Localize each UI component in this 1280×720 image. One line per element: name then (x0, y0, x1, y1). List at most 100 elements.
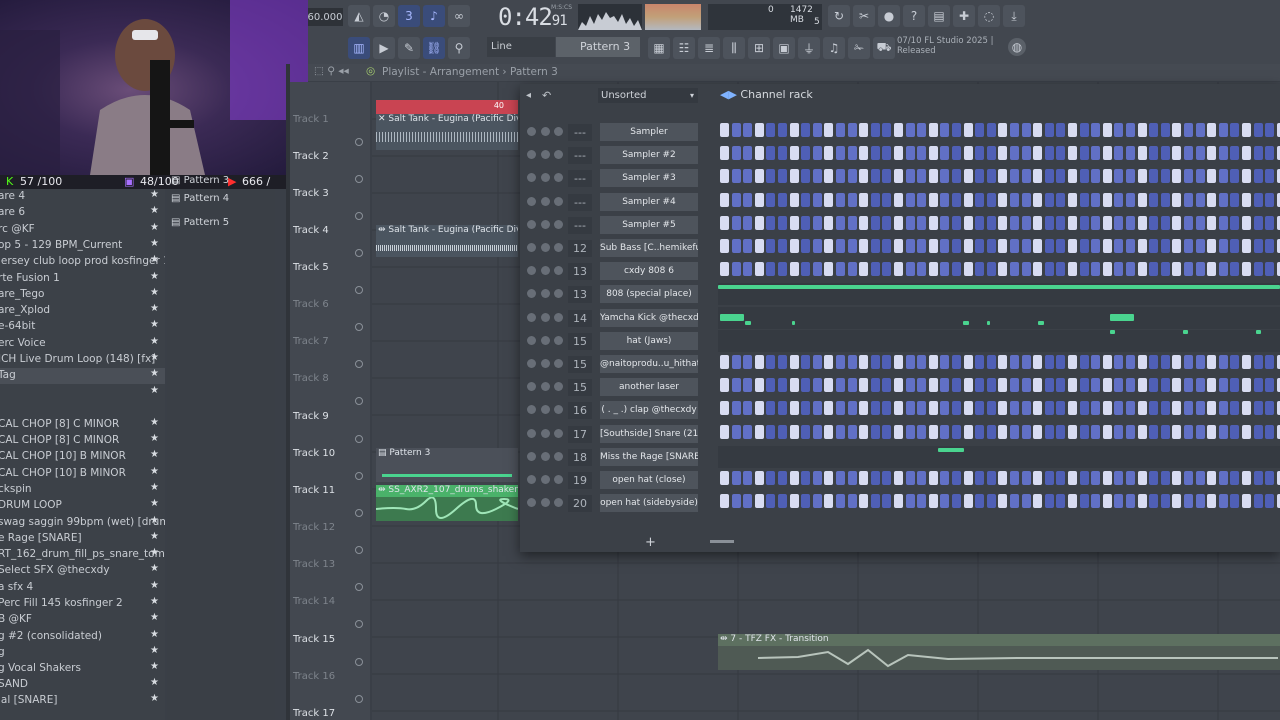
step-button[interactable] (859, 378, 869, 393)
undo-icon[interactable]: ↶ (542, 89, 551, 102)
step-button[interactable] (1230, 378, 1240, 393)
step-button[interactable] (812, 424, 822, 439)
channel-mute-icon[interactable] (527, 405, 536, 415)
step-button[interactable] (905, 215, 915, 230)
channel-row[interactable]: 15 hat (Jaws) (520, 329, 1280, 353)
step-button[interactable] (1137, 123, 1147, 137)
step-button[interactable] (847, 215, 857, 230)
step-button[interactable] (1149, 355, 1159, 369)
step-button[interactable] (1242, 192, 1251, 207)
step-button[interactable] (824, 471, 834, 485)
step-button[interactable] (1195, 146, 1205, 161)
step-button[interactable] (986, 146, 996, 161)
step-button[interactable] (778, 401, 787, 416)
step-button[interactable] (975, 262, 985, 277)
browser-item[interactable]: g Vocal Shakers ★ (0, 661, 165, 677)
step-button[interactable] (952, 215, 961, 230)
channel-mixer-track[interactable]: --- (568, 216, 592, 234)
step-sequencer[interactable] (720, 424, 1280, 444)
browser-item[interactable]: Tag ★ (0, 368, 165, 384)
step-button[interactable] (859, 262, 869, 277)
step-sequencer[interactable] (720, 471, 1280, 490)
step-button[interactable] (1242, 239, 1251, 253)
step-button[interactable] (778, 146, 787, 161)
step-button[interactable] (1242, 262, 1251, 277)
step-button[interactable] (998, 424, 1008, 439)
step-button[interactable] (1160, 146, 1170, 161)
step-button[interactable] (928, 378, 938, 393)
channel-mixer-track[interactable]: 16 (568, 402, 592, 420)
step-button[interactable] (1242, 123, 1251, 137)
step-button[interactable] (847, 378, 857, 393)
step-button[interactable] (1021, 123, 1031, 137)
step-button[interactable] (766, 123, 776, 137)
star-icon[interactable]: ★ (150, 580, 159, 591)
step-button[interactable] (882, 239, 892, 253)
step-button[interactable] (801, 424, 811, 439)
step-button[interactable] (1137, 239, 1147, 253)
track-header[interactable]: Track 16 (293, 671, 368, 708)
step-button[interactable] (801, 355, 811, 369)
step-button[interactable] (1137, 471, 1147, 485)
step-button[interactable] (940, 262, 950, 277)
channel-pan-knob[interactable] (541, 266, 550, 276)
step-button[interactable] (928, 262, 938, 277)
step-button[interactable] (986, 169, 996, 184)
step-button[interactable] (859, 215, 869, 230)
track-header[interactable]: Track 5 (293, 262, 368, 299)
step-button[interactable] (1068, 215, 1077, 230)
tuner-icon[interactable]: ♫ (823, 37, 845, 59)
playlist-mode-icon[interactable]: ▥ (348, 37, 370, 59)
channel-volume-knob[interactable] (554, 451, 563, 461)
step-button[interactable] (847, 192, 857, 207)
channel-volume-knob[interactable] (554, 359, 563, 368)
step-button[interactable] (1044, 146, 1054, 161)
step-button[interactable] (754, 355, 764, 369)
step-button[interactable] (1184, 378, 1193, 393)
step-button[interactable] (998, 378, 1008, 393)
step-button[interactable] (1253, 192, 1263, 207)
step-button[interactable] (801, 169, 811, 184)
step-button[interactable] (1056, 262, 1066, 277)
browser-item[interactable]: ★ (0, 385, 165, 401)
channel-pan-knob[interactable] (541, 451, 550, 461)
step-button[interactable] (1079, 262, 1089, 277)
step-button[interactable] (766, 378, 776, 393)
microphone-icon[interactable]: ● (878, 5, 900, 27)
step-button[interactable] (1068, 123, 1077, 137)
step-button[interactable] (1149, 239, 1159, 253)
step-button[interactable] (1172, 355, 1182, 369)
channel-pan-knob[interactable] (541, 243, 550, 252)
step-button[interactable] (975, 401, 985, 416)
step-button[interactable] (975, 169, 985, 184)
browser-item[interactable]: CAL CHOP [10] B MINOR ★ (0, 466, 165, 482)
step-button[interactable] (1021, 215, 1031, 230)
step-button[interactable] (1207, 192, 1217, 207)
channel-mixer-track[interactable]: 12 (568, 240, 592, 257)
step-button[interactable] (1114, 239, 1124, 253)
step-button[interactable] (1242, 378, 1251, 393)
step-button[interactable] (812, 471, 822, 485)
channel-pan-knob[interactable] (541, 312, 550, 322)
step-button[interactable] (1172, 471, 1182, 485)
step-button[interactable] (928, 471, 938, 485)
step-button[interactable] (1195, 355, 1205, 369)
channel-rack-icon[interactable]: ≣ (698, 37, 720, 59)
track-mute-icon[interactable] (355, 658, 363, 666)
step-button[interactable] (743, 146, 753, 161)
step-button[interactable] (1079, 355, 1089, 369)
step-button[interactable] (1021, 262, 1031, 277)
step-button[interactable] (986, 401, 996, 416)
play-icon[interactable]: ▶ (373, 37, 395, 59)
browser-item[interactable]: are_Tego ★ (0, 287, 165, 303)
step-button[interactable] (1068, 471, 1077, 485)
track-mute-icon[interactable] (355, 583, 363, 591)
step-button[interactable] (1033, 494, 1043, 509)
step-button[interactable] (1137, 401, 1147, 416)
step-button[interactable] (720, 355, 729, 369)
step-button[interactable] (824, 169, 834, 184)
step-button[interactable] (1253, 123, 1263, 137)
rack-scrollbar[interactable] (710, 540, 734, 543)
step-button[interactable] (928, 146, 938, 161)
step-button[interactable] (1172, 494, 1182, 509)
